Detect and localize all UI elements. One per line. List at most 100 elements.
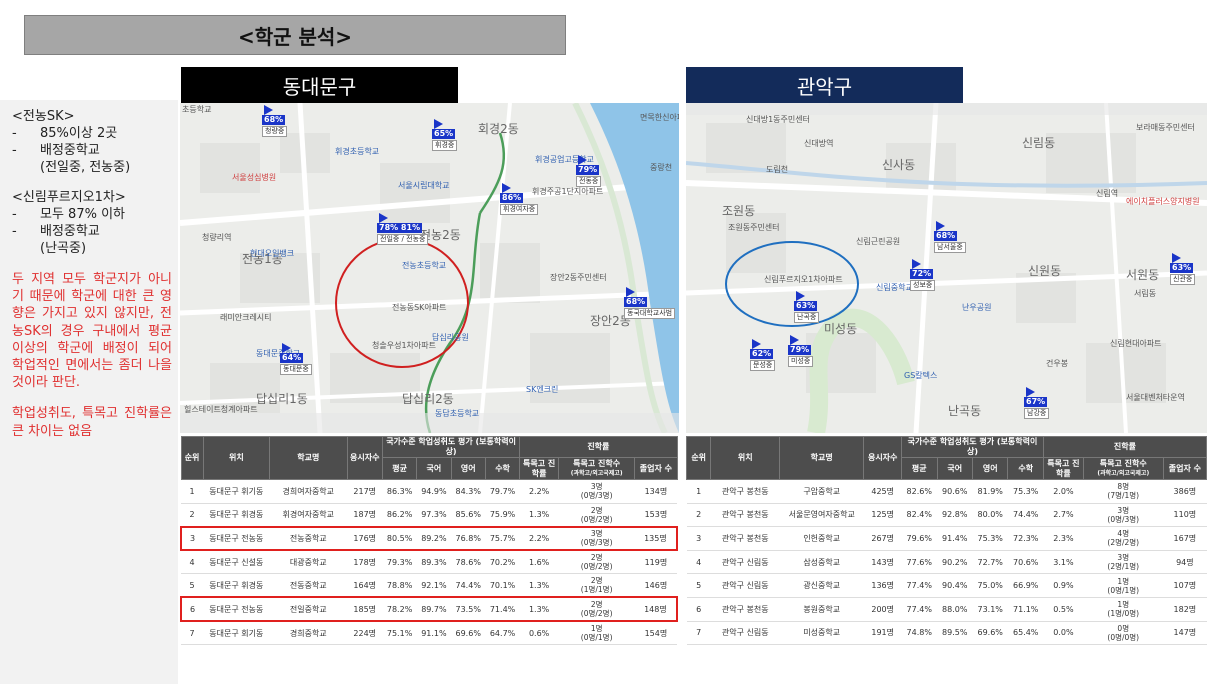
school-pin[interactable]: 79% 미성중 (788, 335, 814, 367)
cell-rank: 4 (181, 550, 204, 575)
cell-kor: 89.7% (416, 596, 452, 623)
flag-icon (264, 105, 273, 115)
cell-loc: 관악구 신림동 (710, 550, 780, 575)
map-label: 신원동 (1028, 264, 1062, 278)
summary-sinrim-item: - 모두 87% 이하 (12, 207, 125, 222)
school-pin[interactable]: 63% 신관중 (1170, 253, 1196, 285)
map-label: 답십리1동 (256, 392, 308, 406)
cell-rate: 2.2% (519, 525, 559, 552)
map-gwanak[interactable]: 신대방1동주민센터 신대방역 보라매동주민센터 신사동 신림동 신림역 에이치플… (686, 103, 1207, 433)
cell-math: 71.4% (485, 596, 520, 623)
map-label: 신림역 (1096, 189, 1119, 198)
cell-eng: 75.0% (972, 573, 1008, 598)
table-row: 3 관악구 봉천동 인헌중학교 267명 79.6% 91.4% 75.3% 72.3% 2.3… (686, 526, 1207, 551)
cell-school: 서울문영여자중학교 (779, 503, 864, 528)
cell-school: 전일중학교 (269, 596, 348, 623)
cell-math: 64.7% (485, 621, 520, 646)
cell-school: 인헌중학교 (779, 526, 864, 551)
cell-kor: 91.4% (937, 526, 973, 551)
cell-math: 75.3% (1007, 479, 1044, 504)
map-label: 서울대벤처타운역 (1126, 393, 1185, 402)
school-pin[interactable]: 68% 동국대학교사범 (624, 287, 676, 319)
col-header-national: 국가수준 학업성취도 평가 (보통학력이상) (901, 436, 1044, 458)
map-label: 난곡동 (948, 404, 982, 418)
cell-grad: 107명 (1163, 573, 1207, 598)
table-row: 2 관악구 봉천동 서울문영여자중학교 125명 82.4% 92.8% 80.0% 74.4… (686, 503, 1207, 528)
col-header-graduates: 졸업자 수 (1162, 457, 1208, 480)
map-label: 조원동주민센터 (728, 223, 780, 232)
map-dongdaemun[interactable]: 서울성심병원 초등학교 회경2동 휘경초등학교 휘경공업고등학교 휘경주공1단지… (180, 103, 679, 433)
cell-eng: 75.3% (972, 526, 1008, 551)
cell-rank: 2 (686, 503, 711, 528)
cell-eng: 81.9% (972, 479, 1008, 504)
col-header-school: 학교명 (269, 436, 348, 480)
cell-special-count: 2명 (0명/2명) (558, 596, 635, 623)
cell-school: 전동중학교 (269, 573, 348, 598)
cell-avg: 86.2% (382, 503, 417, 528)
cell-special-count: 3명 (0명/3명) (1083, 503, 1164, 528)
map-label: 신대방역 (804, 139, 834, 148)
school-pin-highlight[interactable]: 78% 81% 전일중 / 전농중 (377, 213, 429, 245)
col-header-math: 수학 (484, 457, 521, 480)
cell-app: 185명 (347, 596, 383, 623)
table-row: 3 동대문구 전농동 전농중학교 176명 80.5% 89.2% 76.8% 75.7% 2.… (179, 525, 679, 552)
cell-special-count: 3명 (2명/1명) (1083, 550, 1164, 575)
map-label: 난우공원 (962, 303, 992, 312)
cell-school: 미성중학교 (779, 621, 864, 646)
cell-special-count: 0명 (0명/0명) (1083, 621, 1164, 646)
cell-math: 74.4% (1007, 503, 1044, 528)
flag-icon (790, 335, 799, 345)
table-row: 7 관악구 신림동 미성중학교 191명 74.8% 89.5% 69.6% 65.4% 0.0… (686, 621, 1207, 646)
cell-math: 75.9% (485, 503, 520, 528)
cell-kor: 90.2% (937, 550, 973, 575)
map-label: 휘경주공1단지아파트 (532, 187, 604, 196)
cell-grad: 110명 (1163, 503, 1207, 528)
cell-eng: 85.6% (451, 503, 486, 528)
col-header-eng: 영어 (450, 457, 486, 480)
cell-school: 휘경여자중학교 (269, 503, 348, 528)
col-header-applicants: 응시자수 (346, 436, 383, 480)
cell-rank: 5 (686, 573, 711, 598)
col-header-kor: 국어 (416, 457, 452, 480)
col-header-progress: 진학률 (519, 436, 678, 458)
school-pin[interactable]: 67% 남강중 (1024, 387, 1050, 419)
col-header-rank: 순위 (180, 436, 204, 480)
cell-kor: 90.4% (937, 573, 973, 598)
school-pin-highlight[interactable]: 63% 난곡중 (794, 291, 820, 323)
school-pin[interactable]: 64% 동대문중 (280, 343, 312, 375)
table-row: 6 동대문구 전농동 전일중학교 185명 78.2% 89.7% 73.5% 71.4% 1.… (179, 596, 679, 623)
cell-avg: 82.4% (901, 503, 937, 528)
cell-avg: 77.4% (901, 597, 937, 622)
cell-special-count: 2명 (0명/2명) (558, 550, 635, 575)
summary-panel: <전농SK> -85%이상 2곳 - 배정중학교 (전일중, 전농중) <신림푸르… (0, 100, 178, 684)
cell-math: 66.9% (1007, 573, 1044, 598)
cell-grad: 147명 (1163, 621, 1207, 646)
map-label: 신대방1동주민센터 (746, 115, 810, 124)
map-label: 조원동 (722, 204, 756, 218)
col-header-progress: 진학률 (1042, 436, 1208, 458)
cell-loc: 관악구 봉천동 (710, 503, 780, 528)
cell-rank: 5 (181, 573, 204, 598)
cell-rate: 2.0% (1043, 479, 1084, 504)
map-label: 중랑천 (650, 163, 673, 172)
table-row: 4 관악구 신림동 삼성중학교 143명 77.6% 90.2% 72.7% 70.6% 3.1… (686, 550, 1207, 575)
cell-loc: 관악구 신림동 (710, 621, 780, 646)
cell-rate: 0.0% (1043, 621, 1084, 646)
cell-rate: 0.9% (1043, 573, 1084, 598)
school-pin[interactable]: 65% 휘경중 (432, 119, 458, 151)
map-label: 건우봉 (1046, 359, 1069, 368)
col-header-special-rate: 특목고 진학률 (1042, 457, 1084, 480)
school-pin[interactable]: 62% 문성중 (750, 339, 776, 371)
cell-grad: 386명 (1163, 479, 1207, 504)
cell-rank: 1 (686, 479, 711, 504)
school-pin[interactable]: 68% 청량중 (262, 105, 288, 137)
flag-icon (379, 213, 388, 223)
cell-avg: 78.8% (382, 573, 417, 598)
school-pin[interactable]: 72% 성보중 (910, 259, 936, 291)
school-pin[interactable]: 68% 남서울중 (934, 221, 966, 253)
map-label: 래미안크레시티 (220, 313, 272, 322)
summary-sk-schools: (전일중, 전농중) (40, 160, 131, 175)
cell-special-count: 3명 (0명/3명) (558, 479, 635, 504)
school-pin[interactable]: 86% 휘경여자중 (500, 183, 539, 215)
school-pin[interactable]: 79% 전동중 (576, 155, 602, 187)
